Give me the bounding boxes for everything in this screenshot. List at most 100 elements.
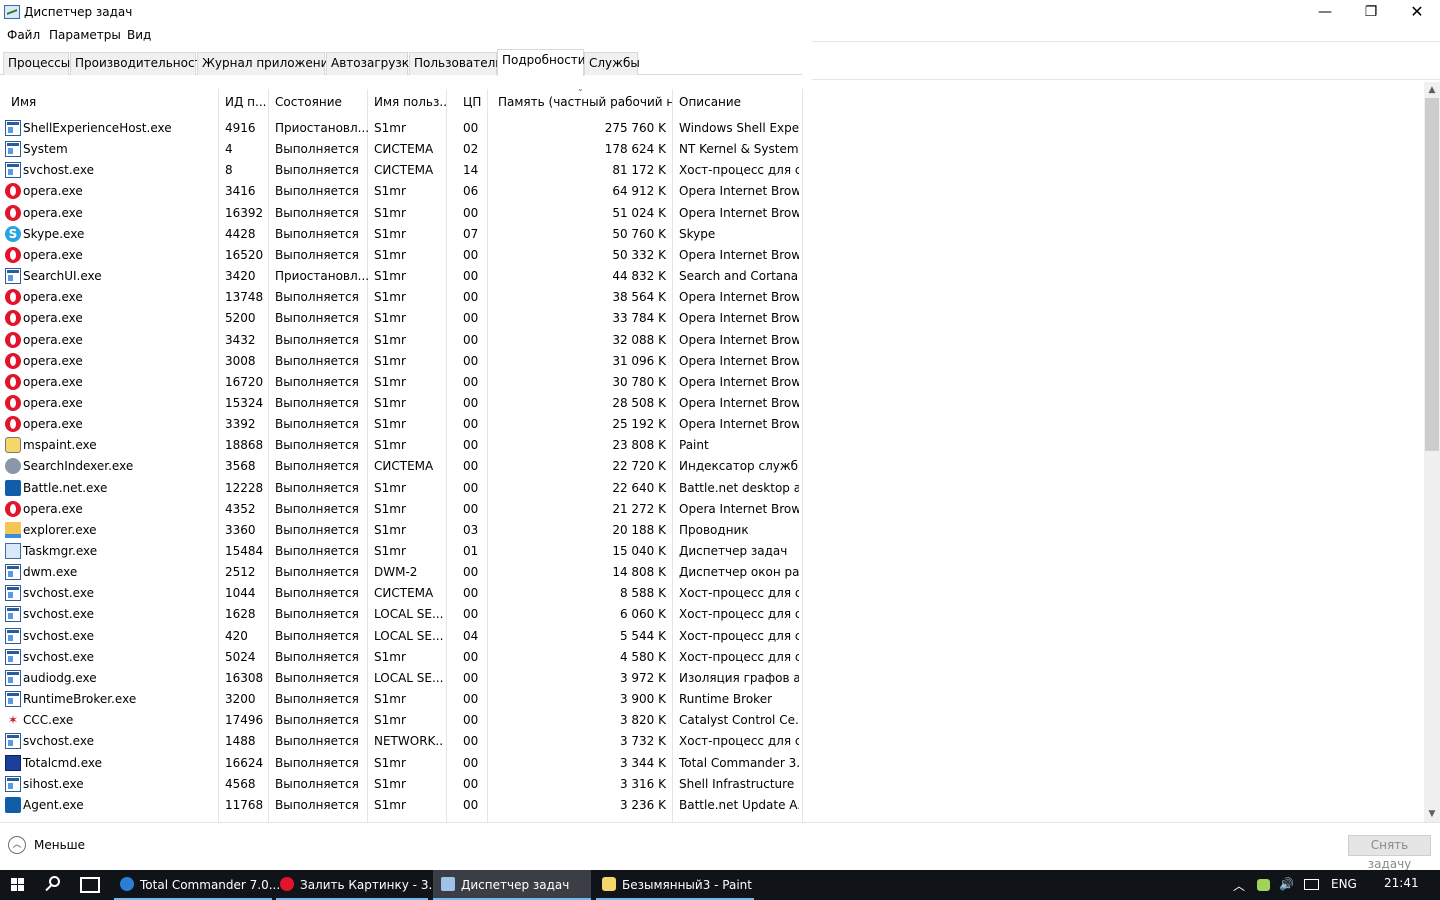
process-pid: 3432	[225, 332, 256, 347]
tab-users[interactable]: Пользователи	[409, 52, 503, 75]
table-row[interactable]: svchost.exe 420 Выполняется LOCAL SE... 04 5 …	[0, 626, 803, 647]
table-row[interactable]: svchost.exe 1628 Выполняется LOCAL SE... 00 6…	[0, 604, 803, 625]
menu-options[interactable]: Параметры	[49, 28, 121, 42]
process-user: S1mr	[374, 374, 406, 389]
table-row[interactable]: svchost.exe 1044 Выполняется СИСТЕМА 00 8 588…	[0, 583, 803, 604]
table-row[interactable]: opera.exe 3416 Выполняется S1mr 06 64 912 K Op…	[0, 181, 803, 202]
process-description: Paint	[679, 438, 709, 453]
scrollbar-thumb[interactable]	[1425, 98, 1439, 451]
process-pid: 16720	[225, 374, 264, 389]
table-row[interactable]: SearchUI.exe 3420 Приостановл... S1mr 00 44 8…	[0, 266, 803, 287]
table-row[interactable]: mspaint.exe 18868 Выполняется S1mr 00 23 808 …	[0, 435, 803, 456]
minimize-button[interactable]: —	[1302, 0, 1348, 26]
taskbar-item-paint[interactable]: Безымянный3 - Paint	[596, 870, 754, 900]
table-row[interactable]: explorer.exe 3360 Выполняется S1mr 03 20 188 …	[0, 520, 803, 541]
process-pid: 4	[225, 142, 233, 157]
process-memory: 30 780 K	[612, 374, 666, 389]
table-row[interactable]: opera.exe 3392 Выполняется S1mr 00 25 192 K Op…	[0, 414, 803, 435]
table-row[interactable]: ✶ CCC.exe 17496 Выполняется S1mr 00 3 820 K Cat…	[0, 710, 803, 731]
table-row[interactable]: svchost.exe 8 Выполняется СИСТЕМА 14 81 172 K…	[0, 160, 803, 181]
process-memory: 178 624 K	[604, 142, 666, 157]
process-description: Проводник	[679, 522, 749, 537]
process-pid: 420	[225, 628, 248, 643]
window-app-icon	[5, 627, 21, 644]
column-header-description[interactable]: Описание	[673, 89, 802, 117]
tab-details[interactable]: Подробности	[497, 49, 586, 76]
process-pid: 3200	[225, 692, 256, 707]
table-row[interactable]: opera.exe 3432 Выполняется S1mr 00 32 088 K Op…	[0, 330, 803, 351]
process-state: Приостановл...	[275, 269, 368, 284]
totalcmd-icon	[5, 754, 21, 771]
table-row[interactable]: Taskmgr.exe 15484 Выполняется S1mr 01 15 040 …	[0, 541, 803, 562]
table-row[interactable]: RuntimeBroker.exe 3200 Выполняется S1mr 00 3 …	[0, 689, 803, 710]
table-row[interactable]: Agent.exe 11768 Выполняется S1mr 00 3 236 K Ba…	[0, 795, 803, 816]
volume-icon[interactable]: 🔊	[1279, 877, 1294, 891]
table-row[interactable]: dwm.exe 2512 Выполняется DWM-2 00 14 808 K Дис…	[0, 562, 803, 583]
process-state: Выполняется	[275, 565, 359, 580]
process-state: Выполняется	[275, 438, 359, 453]
tab-app-history[interactable]: Журнал приложений	[197, 52, 336, 75]
table-row[interactable]: sihost.exe 4568 Выполняется S1mr 00 3 316 K Sh…	[0, 774, 803, 795]
maximize-button[interactable]: ❐	[1348, 0, 1394, 26]
process-memory: 20 188 K	[612, 522, 666, 537]
battlenet-icon	[5, 479, 21, 496]
table-row[interactable]: opera.exe 16520 Выполняется S1mr 00 50 332 K O…	[0, 245, 803, 266]
tab-processes[interactable]: Процессы	[3, 52, 70, 75]
tab-startup[interactable]: Автозагрузка	[326, 52, 416, 75]
column-header-pid[interactable]: ИД п...	[219, 89, 268, 117]
table-row[interactable]: ShellExperienceHost.exe 4916 Приостановл..…	[0, 118, 803, 139]
taskbar-item-opera[interactable]: Залить Картинку - 3...	[276, 870, 440, 900]
language-indicator[interactable]: ENG	[1331, 877, 1357, 891]
menu-file[interactable]: Файл	[7, 28, 40, 42]
scroll-down-arrow-icon[interactable]: ▼	[1424, 806, 1440, 822]
search-icon[interactable]	[44, 876, 62, 894]
column-header-user[interactable]: Имя польз...	[368, 89, 446, 117]
table-row[interactable]: opera.exe 16720 Выполняется S1mr 00 30 780 K O…	[0, 372, 803, 393]
process-name: audiodg.exe	[23, 670, 97, 685]
column-header-state[interactable]: Состояние	[269, 89, 367, 117]
close-button[interactable]: ✕	[1394, 0, 1440, 26]
process-name: SearchIndexer.exe	[23, 459, 134, 474]
process-memory: 3 820 K	[619, 713, 666, 728]
process-state: Выполняется	[275, 353, 359, 368]
process-table: Имя ИД п... Состояние Имя польз... ЦП Па…	[0, 89, 803, 822]
menu-view[interactable]: Вид	[127, 28, 151, 42]
process-cpu: 00	[463, 438, 479, 453]
process-name: opera.exe	[23, 374, 83, 389]
show-hidden-icons-icon[interactable]: ︿	[1233, 877, 1245, 894]
table-row[interactable]: opera.exe 16392 Выполняется S1mr 00 51 024 K O…	[0, 203, 803, 224]
process-pid: 2512	[225, 565, 256, 580]
tab-performance[interactable]: Производительность	[70, 52, 209, 75]
table-row[interactable]: Battle.net.exe 12228 Выполняется S1mr 00 22 6…	[0, 478, 803, 499]
table-row[interactable]: opera.exe 15324 Выполняется S1mr 00 28 508 K O…	[0, 393, 803, 414]
notification-icon[interactable]	[1304, 879, 1319, 890]
process-user: S1mr	[374, 755, 406, 770]
scroll-up-arrow-icon[interactable]: ▲	[1424, 82, 1440, 98]
table-row[interactable]: System 4 Выполняется СИСТЕМА 02 178 624 K NT K…	[0, 139, 803, 160]
tab-services[interactable]: Службы	[584, 52, 640, 75]
table-row[interactable]: opera.exe 13748 Выполняется S1mr 00 38 564 K O…	[0, 287, 803, 308]
process-name: svchost.exe	[23, 649, 94, 664]
table-row[interactable]: Totalcmd.exe 16624 Выполняется S1mr 00 3 344 …	[0, 753, 803, 774]
clock[interactable]: 21:41	[1384, 876, 1419, 890]
process-cpu: 00	[463, 374, 479, 389]
taskbar-item-total-commander[interactable]: Total Commander 7.0...	[114, 870, 280, 900]
tray-app-icon[interactable]	[1257, 879, 1270, 891]
end-task-button[interactable]: Снять задачу	[1348, 835, 1431, 871]
column-header-name[interactable]: Имя	[5, 89, 218, 117]
process-user: S1mr	[374, 311, 406, 326]
table-row[interactable]: svchost.exe 1488 Выполняется NETWORK... 00 3 …	[0, 731, 803, 752]
table-row[interactable]: audiodg.exe 16308 Выполняется LOCAL SE... 00…	[0, 668, 803, 689]
process-cpu: 00	[463, 797, 479, 812]
table-row[interactable]: SearchIndexer.exe 3568 Выполняется СИСТЕМА 0…	[0, 456, 803, 477]
table-row[interactable]: opera.exe 4352 Выполняется S1mr 00 21 272 K Op…	[0, 499, 803, 520]
table-row[interactable]: opera.exe 3008 Выполняется S1mr 00 31 096 K Op…	[0, 351, 803, 372]
column-header-memory[interactable]: Память (частный рабочий на...	[492, 89, 672, 117]
task-view-icon[interactable]	[80, 877, 100, 893]
windows-start-icon[interactable]	[0, 870, 36, 900]
column-header-cpu[interactable]: ЦП	[457, 89, 487, 117]
table-row[interactable]: svchost.exe 5024 Выполняется S1mr 00 4 580 K Х…	[0, 647, 803, 668]
table-row[interactable]: opera.exe 5200 Выполняется S1mr 00 33 784 K Op…	[0, 308, 803, 329]
table-row[interactable]: S Skype.exe 4428 Выполняется S1mr 07 50 760 K S…	[0, 224, 803, 245]
taskbar-item-task-manager[interactable]: Диспетчер задач	[433, 870, 591, 900]
